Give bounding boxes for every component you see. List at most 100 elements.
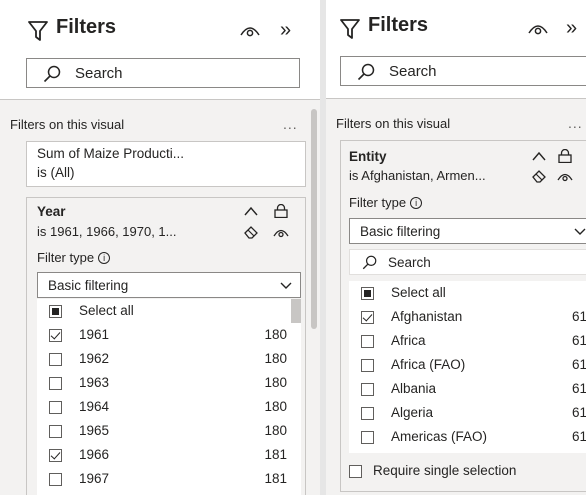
item-label: Select all [391, 285, 446, 300]
eraser-icon[interactable] [243, 225, 259, 239]
pane-title: Filters [56, 16, 117, 38]
select-all-item[interactable]: Select all [37, 300, 287, 324]
filter-type-text: Filter type [37, 250, 95, 265]
filter-type-dropdown[interactable]: Basic filtering [349, 218, 586, 244]
list-item[interactable]: 1962 180 [37, 348, 287, 372]
eye-visibility-icon[interactable] [273, 226, 289, 240]
checkbox[interactable] [361, 407, 374, 420]
pane-header: Filters » [326, 0, 586, 54]
dropdown-value: Basic filtering [360, 224, 441, 239]
filters-pane-left: Filters » Search Filters on this visual … [0, 0, 320, 495]
double-chevron-right-icon[interactable]: » [280, 20, 302, 40]
divider [0, 99, 320, 100]
item-label: 1966 [79, 447, 110, 462]
item-label: Americas (FAO) [391, 429, 488, 444]
item-label: Algeria [391, 405, 434, 420]
filter-type-label: Filter type i [349, 195, 423, 210]
checkbox[interactable] [361, 287, 374, 300]
require-single-checkbox[interactable] [349, 465, 362, 478]
double-chevron-right-icon[interactable]: » [566, 18, 586, 38]
item-label: Africa [391, 333, 426, 348]
info-icon[interactable]: i [410, 197, 423, 209]
list-item[interactable]: 1964 180 [37, 396, 287, 420]
filter-card-field: Sum of Maize Producti... [37, 146, 185, 161]
list-item[interactable]: Africa 61 [349, 330, 586, 354]
list-item[interactable]: Afghanistan 61 [349, 306, 586, 330]
chevron-up-icon[interactable] [531, 150, 547, 164]
dropdown-value: Basic filtering [48, 278, 129, 293]
list-item[interactable]: 1967 181 [37, 468, 287, 492]
search-input[interactable]: Search [26, 58, 300, 88]
search-icon [357, 63, 375, 81]
item-count: 181 [264, 447, 287, 462]
search-icon [43, 65, 61, 83]
lock-icon[interactable] [557, 149, 573, 163]
item-count: 181 [264, 471, 287, 486]
eraser-icon[interactable] [531, 169, 547, 183]
more-options-button[interactable]: ... [568, 115, 583, 131]
chevron-down-icon [280, 282, 292, 289]
filter-panel-area: Filters on this visual ... Entity is Afg… [326, 98, 586, 495]
item-label: Select all [79, 303, 134, 318]
checkbox[interactable] [49, 401, 62, 414]
checkbox[interactable] [49, 449, 62, 462]
filter-card-entity: Entity is Afghanistan, Armen... Filter t… [340, 140, 586, 492]
filter-panel-area: Filters on this visual ... Sum of Maize … [0, 99, 320, 495]
filter-card-maize[interactable]: Sum of Maize Producti... is (All) [26, 141, 306, 187]
divider [326, 98, 586, 99]
value-search-input[interactable]: Search [349, 249, 586, 275]
item-label: 1962 [79, 351, 110, 366]
list-item[interactable]: Algeria 61 [349, 402, 586, 426]
list-item[interactable]: Africa (FAO) 61 [349, 354, 586, 378]
chevron-up-icon[interactable] [243, 205, 259, 219]
checkbox[interactable] [361, 359, 374, 372]
item-count: 180 [264, 351, 287, 366]
list-scrollbar[interactable] [291, 299, 301, 495]
item-label: Afghanistan [391, 309, 463, 324]
item-count: 61 [571, 309, 586, 324]
checkbox[interactable] [49, 473, 62, 486]
filter-card-condition: is (All) [37, 165, 75, 180]
eye-visibility-icon[interactable] [557, 170, 573, 184]
item-count: 61 [571, 429, 586, 444]
filter-card-year: Year is 1961, 1966, 1970, 1... Filter ty… [26, 197, 306, 495]
filter-card-field: Entity [349, 149, 387, 164]
list-item[interactable]: 1965 180 [37, 420, 287, 444]
filter-funnel-icon [340, 19, 360, 39]
checkbox[interactable] [361, 311, 374, 324]
more-options-button[interactable]: ... [283, 116, 298, 132]
item-label: 1961 [79, 327, 110, 342]
list-item[interactable]: 1961 180 [37, 324, 287, 348]
list-item[interactable]: Albania 61 [349, 378, 586, 402]
value-list: Select all Afghanistan 61 Africa 61 Africa (F… [349, 281, 586, 453]
checkbox[interactable] [49, 377, 62, 390]
filter-type-text: Filter type [349, 195, 407, 210]
checkbox[interactable] [361, 383, 374, 396]
checkbox[interactable] [49, 353, 62, 366]
checkbox[interactable] [49, 329, 62, 342]
search-input[interactable]: Search [340, 56, 586, 86]
lock-icon[interactable] [273, 204, 289, 218]
info-icon[interactable]: i [98, 252, 111, 264]
filter-type-dropdown[interactable]: Basic filtering [37, 272, 301, 298]
checkbox[interactable] [361, 335, 374, 348]
pane-header: Filters » [0, 0, 320, 54]
item-count: 180 [264, 399, 287, 414]
list-scroll-thumb[interactable] [291, 299, 301, 323]
pane-scrollbar[interactable] [311, 109, 317, 329]
filter-type-label: Filter type i [37, 250, 111, 265]
item-count: 61 [571, 357, 586, 372]
list-item[interactable]: Americas (FAO) 61 [349, 426, 586, 450]
list-item[interactable]: 1966 181 [37, 444, 287, 468]
item-count: 180 [264, 327, 287, 342]
item-count: 61 [571, 381, 586, 396]
checkbox[interactable] [49, 305, 62, 318]
checkbox[interactable] [361, 431, 374, 444]
eye-visibility-icon[interactable] [528, 22, 548, 36]
checkbox[interactable] [49, 425, 62, 438]
list-item[interactable]: 1963 180 [37, 372, 287, 396]
eye-visibility-icon[interactable] [240, 24, 260, 38]
item-label: 1963 [79, 375, 110, 390]
select-all-item[interactable]: Select all [349, 282, 586, 306]
require-single-selection[interactable]: Require single selection [349, 461, 586, 483]
